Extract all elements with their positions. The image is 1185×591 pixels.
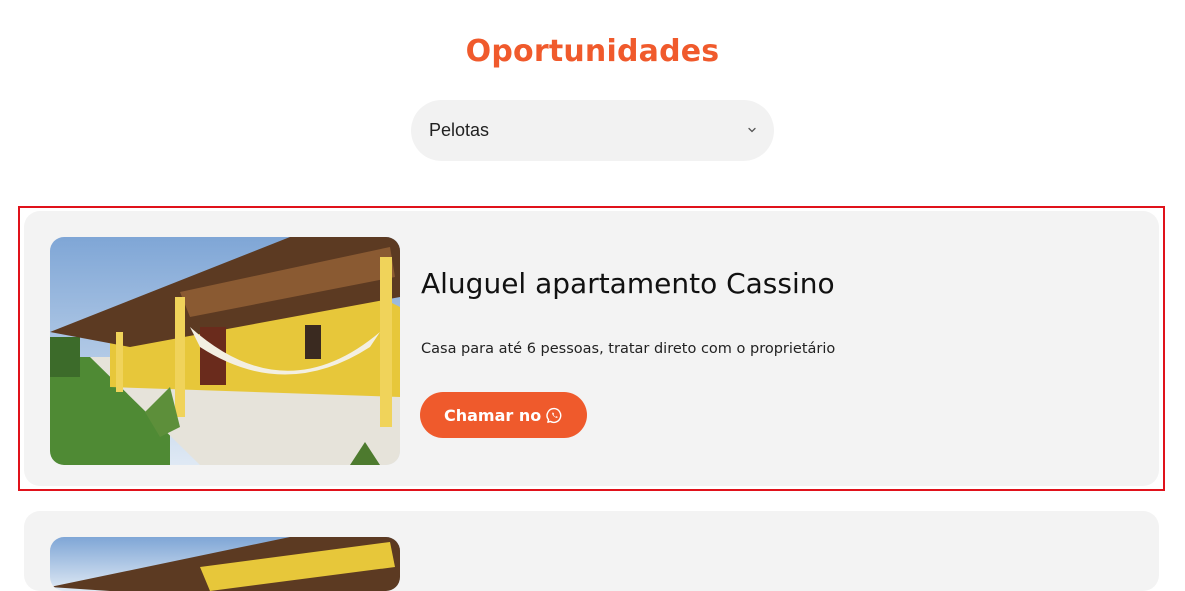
listing-photo[interactable] bbox=[50, 237, 400, 465]
city-select-value: Pelotas bbox=[429, 120, 490, 140]
whatsapp-button-label: Chamar no bbox=[444, 405, 542, 425]
listing-photo[interactable] bbox=[50, 537, 400, 591]
listing-description: Casa para até 6 pessoas, tratar direto c… bbox=[421, 341, 836, 357]
listing-title: Aluguel apartamento Cassino bbox=[421, 267, 835, 300]
whatsapp-contact-button[interactable]: Chamar no bbox=[420, 392, 588, 438]
page-title: Oportunidades bbox=[465, 34, 720, 69]
city-select[interactable]: Pelotas bbox=[411, 100, 774, 161]
listing-card: Aluguel apartamento Cassino Casa para at… bbox=[24, 211, 1159, 486]
whatsapp-icon bbox=[546, 407, 562, 423]
listing-card bbox=[24, 511, 1159, 591]
chevron-down-icon bbox=[748, 127, 756, 133]
